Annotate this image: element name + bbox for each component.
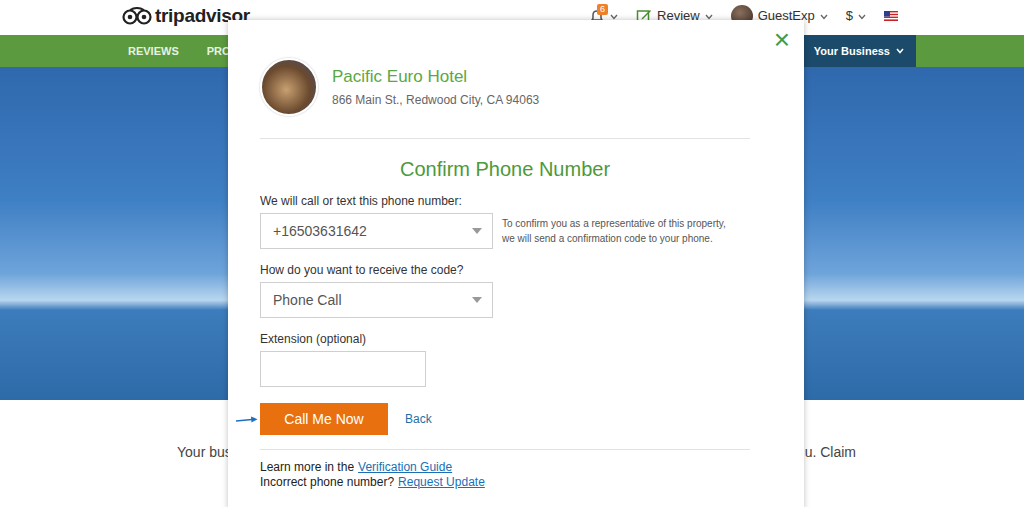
- property-address: 866 Main St., Redwood City, CA 94063: [332, 93, 539, 107]
- currency-menu[interactable]: $: [846, 8, 866, 24]
- property-photo: [260, 58, 318, 116]
- back-link[interactable]: Back: [405, 412, 432, 426]
- dropdown-arrow-icon: [472, 228, 482, 234]
- close-button[interactable]: ×: [774, 24, 790, 56]
- arrow-annotation-icon: [236, 416, 258, 424]
- select-value: +16503631642: [273, 223, 367, 239]
- dropdown-arrow-icon: [472, 297, 482, 303]
- currency-label: $: [846, 8, 853, 24]
- field-row: Phone Call: [260, 282, 750, 318]
- footer-text: Learn more in the: [260, 460, 354, 475]
- property-info: Pacific Euro Hotel 866 Main St., Redwood …: [332, 67, 539, 107]
- field-label: Extension (optional): [260, 331, 750, 347]
- chevron-down-icon: [896, 48, 904, 54]
- field-row: +16503631642 To confirm you as a represen…: [260, 213, 750, 249]
- footer-line: Learn more in the Verification Guide: [260, 460, 750, 475]
- footer-line: Incorrect phone number? Request Update: [260, 475, 750, 490]
- tripadvisor-page: tripadvisor6ReviewGuestExp$REVIEWSPRODUY…: [0, 0, 1024, 507]
- chevron-down-icon: [858, 14, 866, 20]
- your-business-label: Your Business: [814, 45, 890, 57]
- dialog-footer: Learn more in the Verification GuideIncor…: [260, 449, 750, 490]
- select-box[interactable]: +16503631642: [260, 213, 493, 249]
- field-note: To confirm you as a representative of th…: [502, 216, 734, 246]
- property-name: Pacific Euro Hotel: [332, 67, 539, 87]
- property-header: Pacific Euro Hotel 866 Main St., Redwood …: [260, 58, 750, 139]
- field-label: We will call or text this phone number:: [260, 193, 750, 209]
- chevron-down-icon: [820, 14, 828, 20]
- footer-link[interactable]: Verification Guide: [358, 460, 452, 475]
- form-field: Extension (optional): [260, 331, 750, 387]
- form-fields: We will call or text this phone number: +…: [260, 193, 750, 387]
- us-flag-icon[interactable]: [884, 11, 898, 21]
- call-me-now-button[interactable]: Call Me Now: [260, 403, 388, 435]
- claim-text-right: u. Claim: [805, 444, 856, 460]
- your-business-menu[interactable]: Your Business: [802, 35, 916, 67]
- claim-text-left: Your bus: [177, 444, 232, 460]
- field-label: How do you want to receive the code?: [260, 262, 750, 278]
- extension-input[interactable]: [260, 351, 426, 387]
- form-field: We will call or text this phone number: +…: [260, 193, 750, 249]
- dialog-title: Confirm Phone Number: [260, 157, 750, 181]
- select-value: Phone Call: [273, 292, 342, 308]
- confirm-phone-dialog: × Pacific Euro Hotel 866 Main St., Redwood…: [228, 20, 804, 507]
- field-row: [260, 351, 750, 387]
- nav-item[interactable]: REVIEWS: [128, 45, 179, 57]
- owl-logo-icon: [122, 7, 152, 25]
- select-box[interactable]: Phone Call: [260, 282, 493, 318]
- dialog-actions: Call Me Now Back: [260, 403, 750, 435]
- notification-badge: 6: [597, 4, 608, 15]
- footer-link[interactable]: Request Update: [398, 475, 485, 490]
- form-field: How do you want to receive the code? Phon…: [260, 262, 750, 318]
- footer-text: Incorrect phone number?: [260, 475, 394, 490]
